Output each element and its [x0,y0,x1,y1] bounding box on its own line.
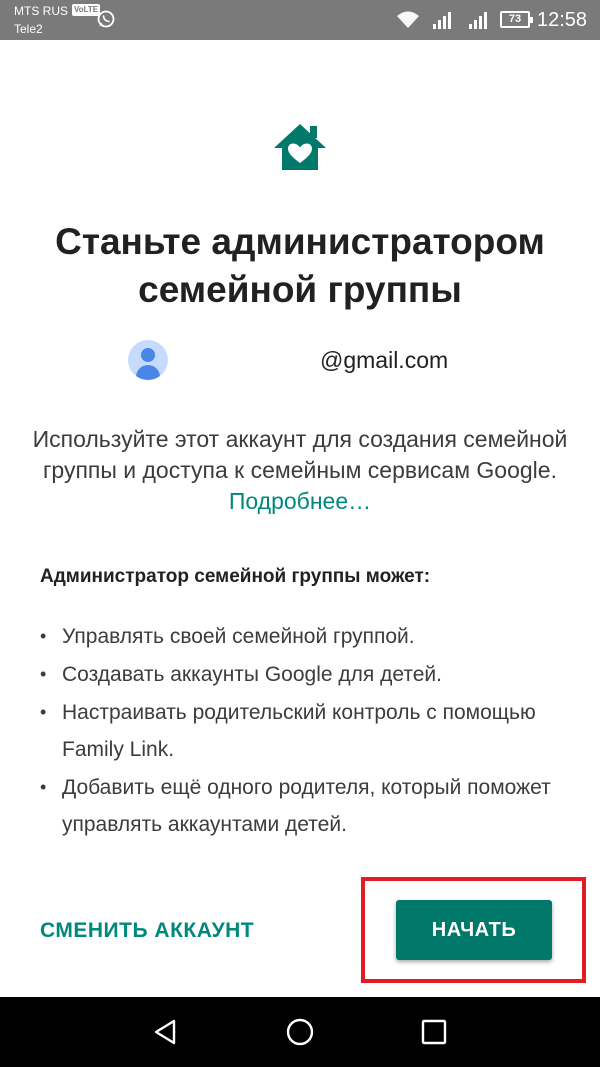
page-title: Станьте администратором семейной группы [55,221,545,310]
switch-account-button[interactable]: СМЕНИТЬ АККАУНТ [40,914,254,948]
navigation-bar [0,997,600,1067]
status-bar: MTS RUS VoLTE Tele2 73 12:58 [0,0,600,40]
list-item: Добавить ещё одного родителя, который по… [40,769,560,843]
recent-apps-icon[interactable] [418,1016,450,1048]
avatar-head [141,348,155,362]
description: Используйте этот аккаунт для создания се… [30,424,570,517]
capabilities-heading: Администратор семейной группы может: [40,566,431,587]
capabilities-list: Управлять своей семейной группой. Создав… [40,618,560,843]
start-button[interactable]: НАЧАТЬ [396,900,552,960]
home-icon[interactable] [284,1016,316,1048]
wifi-icon [397,11,419,28]
signal-icon [433,12,451,29]
carrier-primary: MTS RUS [14,4,68,18]
avatar-body [136,365,160,380]
description-text: Используйте этот аккаунт для создания се… [32,426,568,483]
list-item: Управлять своей семейной группой. [40,618,560,655]
back-icon[interactable] [150,1016,182,1048]
learn-more-link[interactable]: Подробнее… [229,488,371,514]
carrier-secondary: Tele2 [14,22,43,36]
list-item: Настраивать родительский контроль с помо… [40,694,560,768]
account-row: @gmail.com [0,338,600,382]
battery-icon: 73 [500,11,533,28]
family-home-heart-icon [274,124,326,170]
list-item: Создавать аккаунты Google для детей. [40,656,560,693]
avatar [128,340,168,380]
family-admin-screen: MTS RUS VoLTE Tele2 73 12:58 Станьте адм… [0,0,600,1067]
account-email: @gmail.com [320,347,449,373]
whatsapp-icon [97,10,115,28]
status-clock: 12:58 [537,9,588,31]
signal-icon [469,12,487,29]
